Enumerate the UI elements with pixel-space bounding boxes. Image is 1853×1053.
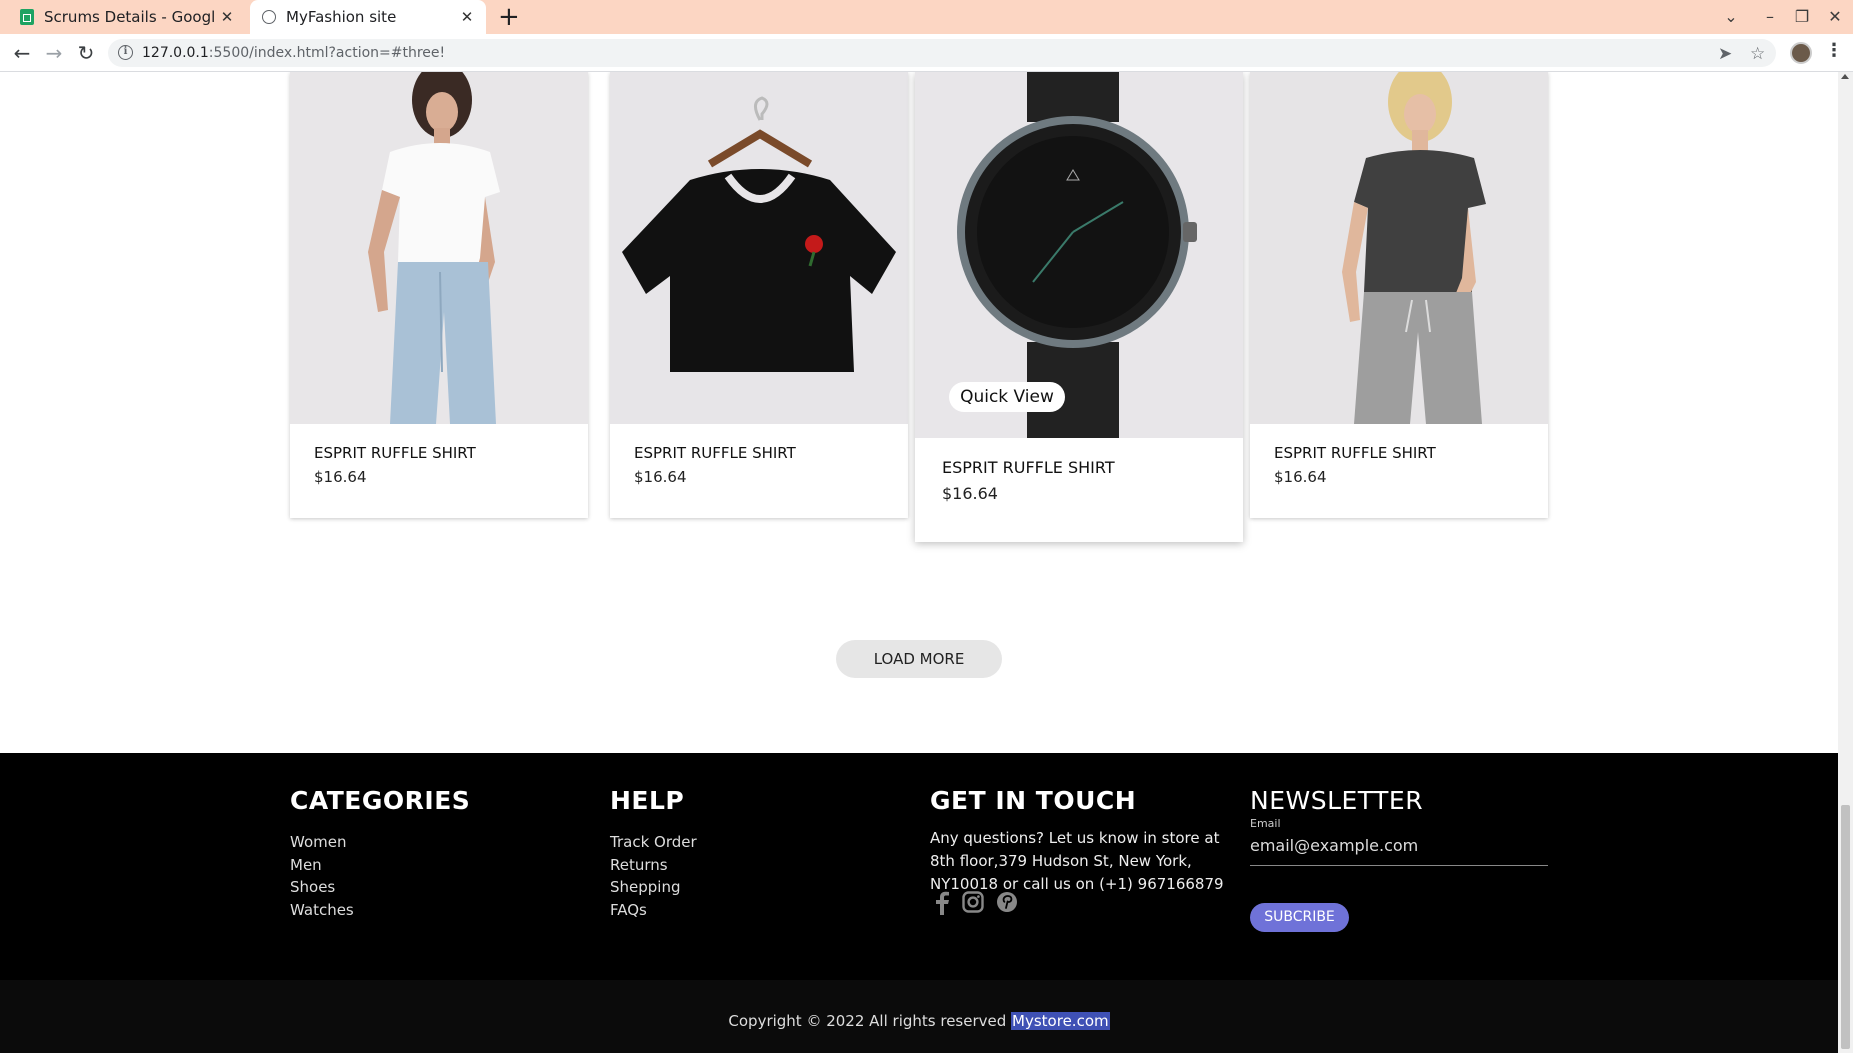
product-image[interactable] <box>290 72 588 424</box>
pinterest-icon[interactable] <box>994 891 1020 917</box>
product-image[interactable] <box>610 72 908 424</box>
woman-grey-tee-image <box>1250 72 1548 424</box>
product-card[interactable]: ESPRIT RUFFLE SHIRT $16.64 <box>290 72 588 518</box>
load-more-button[interactable]: LOAD MORE <box>836 640 1002 678</box>
newsletter-title: NEWSLETTER <box>1250 786 1424 815</box>
black-tee-hanger-image <box>610 72 908 424</box>
browser-toolbar: ← → ↻ i 127.0.0.1:5500/index.html?action… <box>0 34 1853 72</box>
back-arrow-icon[interactable]: ← <box>8 39 36 67</box>
scroll-up-arrow-icon[interactable] <box>1841 74 1849 79</box>
more-menu-icon[interactable]: ⋮ <box>1825 40 1843 61</box>
product-name[interactable]: ESPRIT RUFFLE SHIRT <box>314 444 476 462</box>
product-card[interactable]: ESPRIT RUFFLE SHIRT $16.64 <box>610 72 908 518</box>
page-scrollbar[interactable] <box>1838 72 1853 1053</box>
footer-link-faqs[interactable]: FAQs <box>610 901 647 919</box>
woman-white-tee-image <box>290 72 588 424</box>
tab-title: MyFashion site <box>286 8 397 26</box>
restore-icon[interactable]: ❐ <box>1787 0 1817 34</box>
email-field[interactable]: email@example.com <box>1250 835 1548 866</box>
url-host: 127.0.0.1 <box>142 45 209 61</box>
copyright-text: Copyright © 2022 All rights reserved Mys… <box>0 1012 1838 1030</box>
minimize-icon[interactable]: – <box>1755 0 1785 34</box>
product-price: $16.64 <box>634 468 687 486</box>
categories-title: CATEGORIES <box>290 786 471 815</box>
window-close-icon[interactable]: ✕ <box>1820 0 1850 34</box>
email-label: Email <box>1250 817 1281 830</box>
product-price: $16.64 <box>314 468 367 486</box>
product-image[interactable]: Quick View <box>915 72 1243 438</box>
close-icon[interactable]: ✕ <box>216 8 238 26</box>
site-info-icon[interactable]: i <box>118 45 133 60</box>
footer-link-women[interactable]: Women <box>290 833 346 851</box>
instagram-icon[interactable] <box>960 891 986 917</box>
facebook-icon[interactable] <box>929 891 955 917</box>
scrollbar-thumb[interactable] <box>1841 805 1850 1049</box>
address-bar[interactable]: i 127.0.0.1:5500/index.html?action=#thre… <box>108 39 1776 67</box>
star-icon[interactable]: ☆ <box>1750 44 1765 64</box>
sheets-icon <box>20 9 34 25</box>
footer-link-shoes[interactable]: Shoes <box>290 878 335 896</box>
close-icon[interactable]: ✕ <box>456 8 478 26</box>
profile-avatar[interactable] <box>1790 42 1812 64</box>
url-text: 127.0.0.1:5500/index.html?action=#three! <box>142 39 445 67</box>
footer-link-track-order[interactable]: Track Order <box>610 833 697 851</box>
tab-title: Scrums Details - Google Sl <box>44 8 216 26</box>
footer-link-watches[interactable]: Watches <box>290 901 354 919</box>
get-in-touch-title: GET IN TOUCH <box>930 786 1137 815</box>
site-footer: CATEGORIES Women Men Shoes Watches HELP … <box>0 753 1838 1053</box>
contact-text: Any questions? Let us know in store at 8… <box>930 829 1224 893</box>
new-tab-button[interactable]: + <box>498 2 520 32</box>
product-price: $16.64 <box>1274 468 1327 486</box>
send-icon[interactable]: ➤ <box>1718 44 1732 64</box>
product-image[interactable] <box>1250 72 1548 424</box>
help-title: HELP <box>610 786 685 815</box>
footer-link-men[interactable]: Men <box>290 856 322 874</box>
product-name[interactable]: ESPRIT RUFFLE SHIRT <box>1274 444 1436 462</box>
product-price: $16.64 <box>942 484 998 503</box>
browser-tab-bar: Scrums Details - Google Sl ✕ MyFashion s… <box>0 0 1853 34</box>
tab-myfashion[interactable]: MyFashion site ✕ <box>250 0 486 34</box>
copyright-bar: Copyright © 2022 All rights reserved Mys… <box>0 980 1838 1053</box>
footer-link-returns[interactable]: Returns <box>610 856 668 874</box>
globe-icon <box>262 10 276 24</box>
product-card-hovered[interactable]: Quick View ESPRIT RUFFLE SHIRT $16.64 <box>915 72 1243 542</box>
tab-scrums-details[interactable]: Scrums Details - Google Sl ✕ <box>10 0 246 34</box>
copyright-label: Copyright © 2022 All rights reserved <box>728 1012 1007 1030</box>
forward-arrow-icon[interactable]: → <box>40 39 68 67</box>
product-name[interactable]: ESPRIT RUFFLE SHIRT <box>942 458 1115 477</box>
brand-link[interactable]: Mystore.com <box>1011 1012 1110 1030</box>
reload-icon[interactable]: ↻ <box>72 39 100 67</box>
footer-link-shipping[interactable]: Shepping <box>610 878 681 896</box>
product-card[interactable]: ESPRIT RUFFLE SHIRT $16.64 <box>1250 72 1548 518</box>
quick-view-button[interactable]: Quick View <box>949 382 1065 412</box>
product-name[interactable]: ESPRIT RUFFLE SHIRT <box>634 444 796 462</box>
url-path: :5500/index.html?action=#three! <box>208 45 446 61</box>
subscribe-button[interactable]: SUBCRIBE <box>1250 903 1349 932</box>
tab-search-chevron-icon[interactable]: ⌄ <box>1716 0 1746 34</box>
page-viewport: ESPRIT RUFFLE SHIRT $16.64 ESPRIT RUFFLE… <box>0 72 1838 1053</box>
